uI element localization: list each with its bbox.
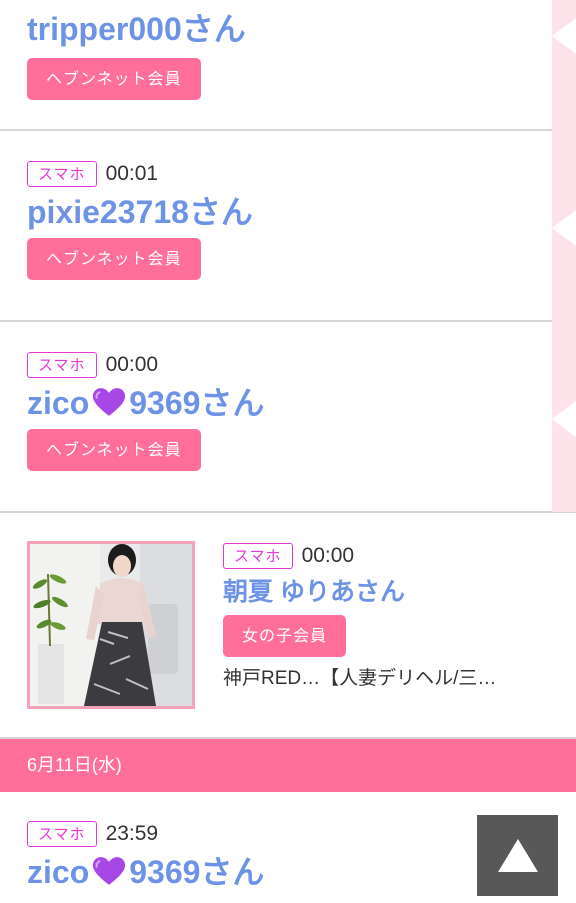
device-badge: スマホ — [27, 161, 97, 187]
entry-meta: スマホ 00:00 — [27, 349, 576, 381]
user-name[interactable]: zico 9369さん — [27, 381, 576, 425]
date-header: 6月11日(水) — [0, 739, 576, 792]
side-strip — [552, 0, 576, 512]
user-name-suffix: 9369さん — [129, 854, 265, 890]
list-item[interactable]: スマホ 00:01 pixie23718さん ヘブンネット会員 — [0, 131, 576, 322]
user-name[interactable]: 朝夏 ゆりあさん — [223, 572, 496, 612]
member-badge: 女の子会員 — [223, 615, 347, 657]
entry-meta: スマホ 00:01 — [27, 158, 576, 190]
timestamp: 00:01 — [105, 162, 159, 185]
purple-heart-icon — [93, 857, 126, 885]
entry-info: スマホ 00:00 朝夏 ゆりあさん 女の子会員 神戸RED…【人妻デリヘル/三… — [223, 540, 496, 690]
member-badge: ヘブンネット会員 — [27, 429, 201, 471]
member-badge: ヘブンネット会員 — [27, 58, 201, 100]
entry-meta: スマホ 00:00 — [223, 540, 496, 572]
notch-decoration — [552, 210, 576, 246]
user-name[interactable]: pixie23718さん — [27, 190, 576, 234]
timestamp: 23:59 — [105, 822, 159, 845]
device-badge: スマホ — [27, 352, 97, 378]
list-item[interactable]: tripper000さん ヘブンネット会員 — [0, 0, 576, 131]
user-name[interactable]: zico 9369さん — [27, 850, 264, 894]
user-name[interactable]: tripper000さん — [27, 0, 576, 51]
device-badge: スマホ — [27, 821, 97, 847]
timestamp: 00:00 — [105, 353, 159, 376]
timestamp: 00:00 — [301, 544, 355, 567]
scroll-top-button[interactable] — [477, 815, 558, 896]
profile-photo[interactable] — [27, 541, 195, 709]
notch-decoration — [552, 18, 576, 54]
list-item[interactable]: スマホ 23:59 zico 9369さん — [27, 818, 264, 894]
user-name-suffix: 9369さん — [129, 385, 265, 421]
user-name-prefix: zico — [27, 385, 90, 421]
entry-meta: スマホ 23:59 — [27, 818, 264, 850]
purple-heart-icon — [93, 388, 126, 416]
device-badge: スマホ — [223, 543, 293, 569]
notch-decoration — [552, 401, 576, 437]
list-item[interactable]: スマホ 00:00 zico 9369さん ヘブンネット会員 — [0, 322, 576, 513]
triangle-up-icon — [497, 839, 538, 872]
user-name-prefix: zico — [27, 854, 90, 890]
member-badge: ヘブンネット会員 — [27, 238, 201, 280]
shop-name[interactable]: 神戸RED…【人妻デリヘル/三… — [223, 663, 496, 690]
